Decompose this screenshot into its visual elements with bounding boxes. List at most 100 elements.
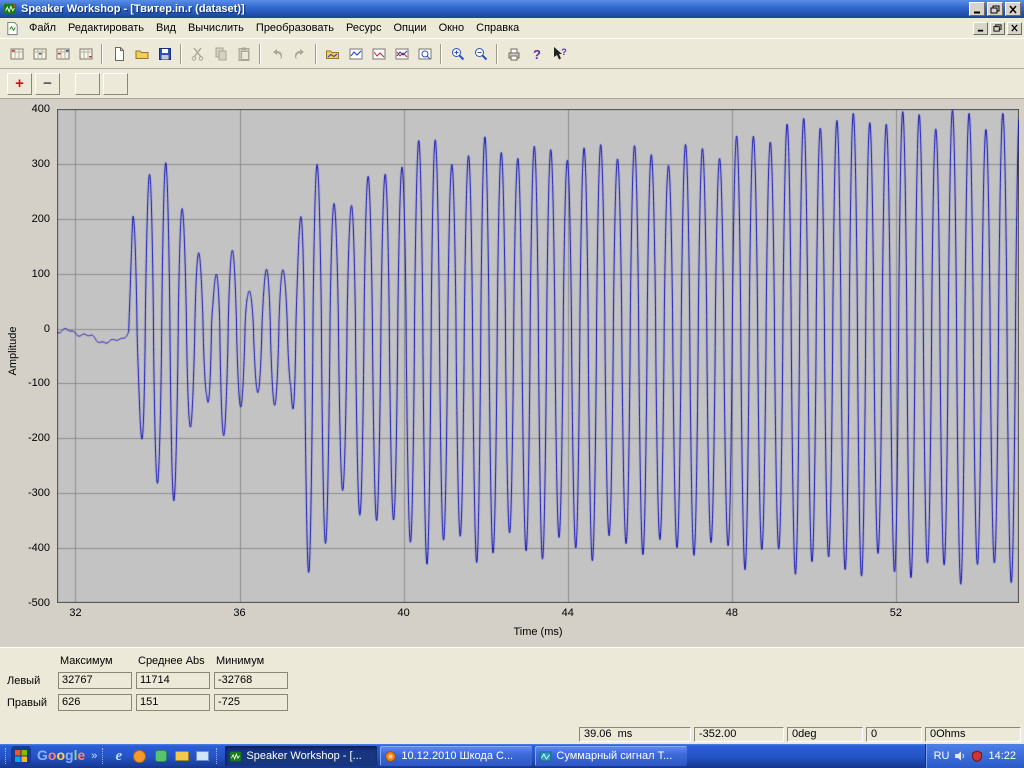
- restore-icon: [990, 5, 1000, 14]
- undo-button[interactable]: [265, 43, 288, 65]
- stats-value-right-min: -725: [214, 694, 288, 711]
- mdi-close-button[interactable]: [1007, 22, 1022, 35]
- open-folder-icon: [134, 46, 150, 62]
- messenger-icon[interactable]: [152, 748, 169, 765]
- save-icon: [157, 46, 173, 62]
- windows-logo-icon[interactable]: [11, 746, 31, 766]
- zoom-out-button[interactable]: [469, 43, 492, 65]
- toolbar-separator: [101, 44, 103, 64]
- open-button[interactable]: [130, 43, 153, 65]
- menu-transform[interactable]: Преобразовать: [250, 20, 340, 36]
- chart-view: Amplitude Time (ms) 32364044485240030020…: [0, 99, 1024, 647]
- folder-icon[interactable]: [173, 748, 190, 765]
- clock: 14:22: [988, 750, 1016, 762]
- zoom-toolbar: + −: [0, 69, 1024, 99]
- stats-header-average-abs: Среднее Abs: [136, 655, 210, 667]
- stats-panel: Максимум Среднее Abs Минимум Левый 32767…: [0, 647, 1024, 725]
- window-title: Speaker Workshop - [Твитер.in.r (dataset…: [21, 3, 967, 15]
- mdi-restore-button[interactable]: [990, 22, 1005, 35]
- show-desktop-icon[interactable]: [194, 748, 211, 765]
- menu-window[interactable]: Окно: [433, 20, 471, 36]
- plus-button[interactable]: +: [7, 73, 32, 95]
- grid-tool-icon: [78, 46, 94, 62]
- redo-button[interactable]: [288, 43, 311, 65]
- help-button[interactable]: ?: [525, 43, 548, 65]
- taskbar-grip: [216, 748, 219, 764]
- stats-row-label-left: Левый: [6, 675, 54, 687]
- context-help-button[interactable]: ?: [548, 43, 571, 65]
- grid-tool-button-1[interactable]: [5, 43, 28, 65]
- menu-view[interactable]: Вид: [150, 20, 182, 36]
- plot-area[interactable]: [57, 109, 1019, 603]
- minimize-icon: [972, 5, 982, 14]
- close-button[interactable]: [1005, 2, 1021, 16]
- chart-overlay-button[interactable]: [390, 43, 413, 65]
- grid-tool-button-4[interactable]: [74, 43, 97, 65]
- menu-items: Файл Редактировать Вид Вычислить Преобра…: [23, 20, 971, 36]
- title-bar: Speaker Workshop - [Твитер.in.r (dataset…: [0, 0, 1024, 18]
- mdi-minimize-button[interactable]: [973, 22, 988, 35]
- printer-icon: [506, 46, 522, 62]
- grid-tool-icon: [9, 46, 25, 62]
- menu-options[interactable]: Опции: [387, 20, 432, 36]
- redo-icon: [292, 46, 308, 62]
- minus-button[interactable]: −: [35, 73, 60, 95]
- close-icon: [1008, 5, 1018, 14]
- task-button-summary-signal[interactable]: Суммарный сигнал Т...: [535, 746, 687, 766]
- chart-folder-button[interactable]: [321, 43, 344, 65]
- document-icon[interactable]: [5, 21, 20, 36]
- volume-icon[interactable]: [954, 750, 966, 762]
- print-button[interactable]: [502, 43, 525, 65]
- status-bar: 39.06 ms -352.00 0deg 0 0Ohms: [0, 725, 1024, 744]
- grid-tool-button-2[interactable]: [28, 43, 51, 65]
- chart-blue-icon: [348, 46, 364, 62]
- ie-icon[interactable]: e: [110, 748, 127, 765]
- new-button[interactable]: [107, 43, 130, 65]
- save-button[interactable]: [153, 43, 176, 65]
- menu-help[interactable]: Справка: [470, 20, 525, 36]
- chart-zoom-icon: [417, 46, 433, 62]
- blank-button-1[interactable]: [75, 73, 100, 95]
- media-player-icon[interactable]: [131, 748, 148, 765]
- maximize-button[interactable]: [987, 2, 1003, 16]
- minimize-icon: [976, 24, 985, 32]
- cut-button[interactable]: [186, 43, 209, 65]
- paste-button[interactable]: [232, 43, 255, 65]
- stats-value-left-min: -32768: [214, 672, 288, 689]
- zoom-in-icon: [450, 46, 466, 62]
- antivirus-icon[interactable]: [971, 750, 983, 762]
- x-tick-label: 32: [57, 607, 93, 619]
- status-time-ms: 39.06 ms: [579, 727, 691, 742]
- chart-red-icon: [371, 46, 387, 62]
- taskbar-grip: [102, 748, 105, 764]
- chevron-icon[interactable]: »: [91, 750, 97, 762]
- google-toolbar[interactable]: Google: [37, 747, 85, 765]
- taskbar-grip: [5, 748, 8, 764]
- zoom-out-icon: [473, 46, 489, 62]
- blank-button-2[interactable]: [103, 73, 128, 95]
- scissors-icon: [190, 46, 206, 62]
- copy-button[interactable]: [209, 43, 232, 65]
- minimize-button[interactable]: [969, 2, 985, 16]
- language-indicator[interactable]: RU: [934, 750, 950, 762]
- menu-resource[interactable]: Ресурс: [340, 20, 387, 36]
- waveform-canvas[interactable]: [57, 109, 1019, 603]
- grid-tool-button-3[interactable]: [51, 43, 74, 65]
- chart-red-button[interactable]: [367, 43, 390, 65]
- y-tick-label: 400: [0, 103, 50, 115]
- task-button-skoda-page[interactable]: 10.12.2010 Шкода С...: [380, 746, 532, 766]
- stats-value-right-max: 626: [58, 694, 132, 711]
- windows-flag-icon: [14, 749, 28, 763]
- svg-text:?: ?: [533, 47, 541, 62]
- task-button-speaker-workshop[interactable]: Speaker Workshop - [...: [225, 746, 377, 766]
- chart-blue-button[interactable]: [344, 43, 367, 65]
- chart-zoom-button[interactable]: [413, 43, 436, 65]
- restore-icon: [993, 24, 1002, 32]
- y-tick-label: 100: [0, 268, 50, 280]
- taskbar: Google » e Speaker Workshop - [... 10.12…: [0, 744, 1024, 768]
- zoom-in-button[interactable]: [446, 43, 469, 65]
- menu-file[interactable]: Файл: [23, 20, 62, 36]
- signal-window-icon: [539, 750, 552, 763]
- menu-calculate[interactable]: Вычислить: [182, 20, 250, 36]
- menu-edit[interactable]: Редактировать: [62, 20, 150, 36]
